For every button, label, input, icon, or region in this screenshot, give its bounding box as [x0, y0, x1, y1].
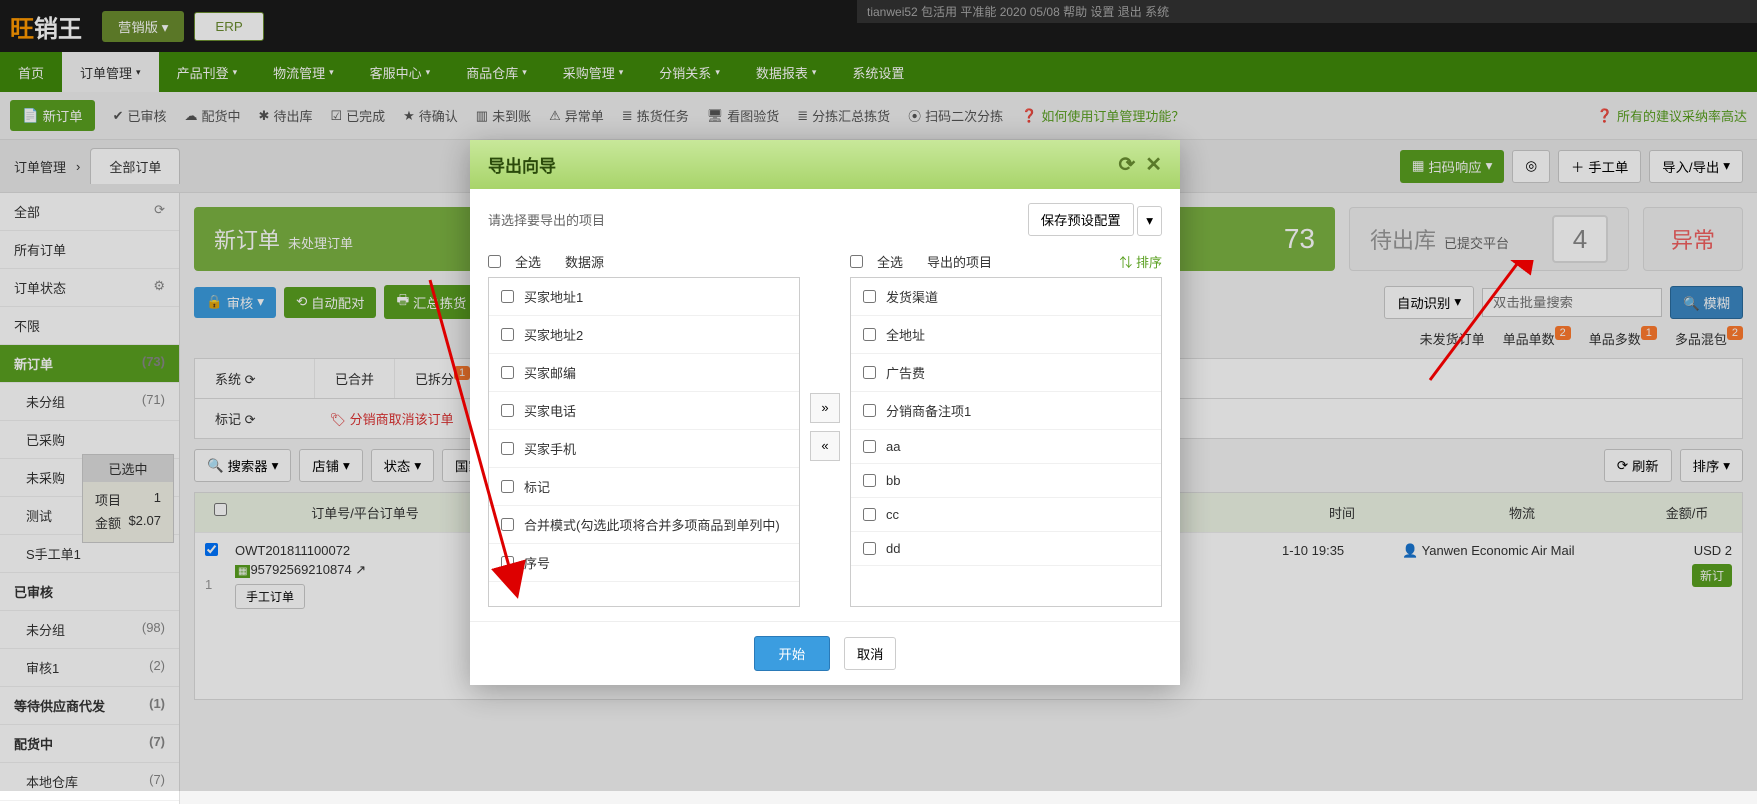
start-button[interactable]: 开始 [754, 636, 831, 671]
refresh-icon[interactable]: ⟳ [1118, 152, 1135, 177]
save-preset-button[interactable]: 保存预设配置 [1028, 203, 1134, 236]
modal-subtitle: 请选择要导出的项目 [488, 210, 605, 229]
left-header: 数据源 [565, 252, 604, 271]
list-item[interactable]: 广告费 [851, 354, 1161, 392]
left-select-all[interactable] [488, 255, 501, 268]
list-item[interactable]: 买家手机 [489, 430, 799, 468]
list-item[interactable]: 序号 [489, 544, 799, 582]
cancel-button[interactable]: 取消 [844, 637, 897, 670]
preset-dropdown[interactable]: ▾ [1137, 206, 1162, 236]
list-item[interactable]: 发货渠道 [851, 278, 1161, 316]
sort-link[interactable]: ⇅ 排序 [1119, 252, 1162, 271]
modal-header: 导出向导 ⟳ ✕ [470, 140, 1180, 189]
move-right-button[interactable]: » [810, 393, 840, 423]
list-item[interactable]: 买家邮编 [489, 354, 799, 392]
right-header: 导出的项目 [927, 252, 992, 271]
list-item[interactable]: 买家电话 [489, 392, 799, 430]
list-item[interactable]: bb [851, 464, 1161, 498]
close-icon[interactable]: ✕ [1145, 152, 1162, 177]
move-left-button[interactable]: « [810, 431, 840, 461]
list-item[interactable]: aa [851, 430, 1161, 464]
list-item[interactable]: 买家地址2 [489, 316, 799, 354]
list-item[interactable]: 分销商备注项1 [851, 392, 1161, 430]
modal-title: 导出向导 [488, 152, 556, 177]
list-item[interactable]: dd [851, 532, 1161, 566]
list-item[interactable]: 买家地址1 [489, 278, 799, 316]
right-select-all[interactable] [850, 255, 863, 268]
list-item[interactable]: 标记 [489, 468, 799, 506]
source-list[interactable]: 买家地址1 买家地址2 买家邮编 买家电话 买家手机 标记 合并模式(勾选此项将… [488, 277, 800, 607]
export-wizard-modal: 导出向导 ⟳ ✕ 请选择要导出的项目 保存预设配置 ▾ 全选 数据源 买家地址1… [470, 140, 1180, 685]
list-item[interactable]: 全地址 [851, 316, 1161, 354]
list-item[interactable]: 合并模式(勾选此项将合并多项商品到单列中) [489, 506, 799, 544]
list-item[interactable]: cc [851, 498, 1161, 532]
target-list[interactable]: 发货渠道 全地址 广告费 分销商备注项1 aa bb cc dd [850, 277, 1162, 607]
